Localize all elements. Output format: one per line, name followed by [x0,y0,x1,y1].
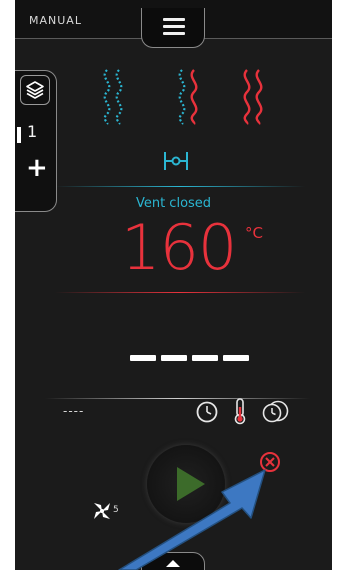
steam-wave-icon-mixed[interactable] [170,64,210,126]
vent-icon[interactable] [162,150,190,172]
start-button[interactable] [147,445,225,523]
humidity-divider [55,186,305,187]
multi-timer-icon[interactable] [260,399,292,425]
secondary-timer: ---- [63,404,85,418]
play-icon [177,467,205,501]
rack-number: 1 [27,122,38,141]
clock-icon[interactable] [195,400,219,424]
menu-button[interactable] [141,8,205,48]
cancel-icon[interactable] [258,450,282,474]
menu-icon [163,18,185,39]
add-rack-button[interactable]: + [26,155,48,181]
rack-indicator [17,127,21,143]
oven-control-screen: MANUAL 1 + Vent closed 160 °C ---- 5 [15,0,332,570]
layers-icon [26,81,44,99]
time-digit [161,355,187,361]
chevron-up-icon [166,560,180,567]
thermometer-icon[interactable] [232,397,248,425]
temperature-value[interactable]: 160 [121,213,237,283]
layers-button[interactable] [20,75,50,105]
temperature-unit: °C [245,224,263,242]
rack-side-panel: 1 + [15,70,57,212]
time-digit [192,355,218,361]
mode-label: MANUAL [29,14,82,27]
fan-speed: 5 [113,505,119,515]
temperature-divider [55,292,305,293]
steam-wave-icon-red[interactable] [235,64,275,126]
time-digit [223,355,249,361]
fan-icon[interactable] [91,500,113,522]
bottom-drawer-handle[interactable] [141,552,205,570]
vent-status: Vent closed [135,196,212,211]
cooking-time-display[interactable] [130,355,250,369]
steam-wave-icon-blue[interactable] [95,64,135,126]
time-digit [130,355,156,361]
